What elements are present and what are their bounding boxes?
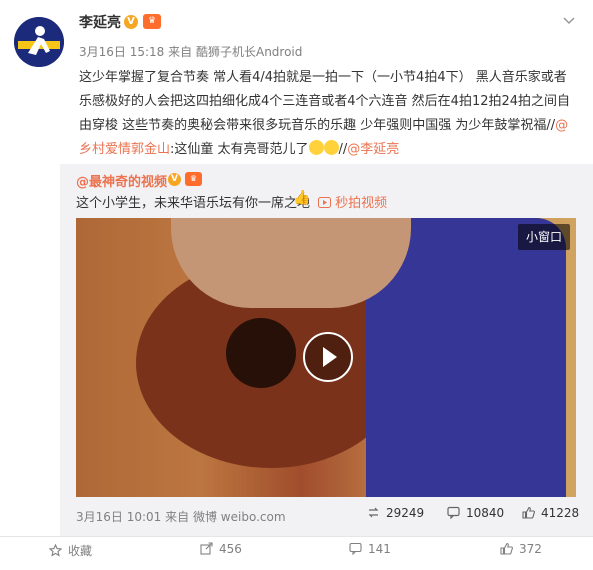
laugh-cry-emoji-icon — [308, 140, 324, 155]
source-prefix: 来自 — [168, 45, 193, 59]
video-icon — [318, 197, 331, 208]
play-icon[interactable] — [303, 332, 353, 382]
like-count: 372 — [519, 542, 542, 556]
divider — [0, 536, 593, 537]
post-meta: 3月16日 15:18 来自 酷狮子机长Android — [79, 43, 302, 60]
video-link[interactable]: 秒拍视频 — [318, 192, 387, 211]
repost-icon — [368, 507, 379, 518]
repost-reposts[interactable]: 29249 — [367, 506, 424, 520]
repost-meta: 3月16日 10:01 来自 微博 weibo.com — [76, 508, 286, 525]
favorite-button[interactable]: 收藏 — [49, 542, 92, 559]
repost-source[interactable]: 微博 weibo.com — [193, 510, 286, 524]
repost-source-prefix: 来自 — [165, 510, 190, 524]
repost-text: 这个小学生，未来华语乐坛有你一席之地 — [76, 196, 311, 211]
comment-count: 141 — [368, 542, 391, 556]
like-button[interactable]: 372 — [500, 542, 542, 556]
repost-date[interactable]: 3月16日 10:01 — [76, 510, 161, 524]
repost-separator: // — [338, 142, 348, 157]
repost-likes[interactable]: 41228 — [522, 506, 579, 520]
comment-button[interactable]: 141 — [349, 542, 391, 556]
like-icon — [522, 506, 535, 519]
vip-badge[interactable]: ♛ — [143, 14, 161, 29]
verified-badge: V — [124, 15, 138, 29]
laugh-cry-emoji-icon — [323, 140, 339, 155]
comment-icon — [349, 542, 362, 555]
repost-likes-count: 41228 — [541, 506, 580, 520]
mini-window-button[interactable]: 小窗口 — [518, 224, 570, 250]
post-text: 这少年掌握了复合节奏 常人看4/4拍就是一拍一下（一小节4拍4下） 黑人音乐家或… — [79, 66, 579, 162]
avatar-image — [14, 17, 64, 67]
mention-link[interactable]: @李延亮 — [347, 142, 399, 157]
post-text-body: 这少年掌握了复合节奏 常人看4/4拍就是一拍一下（一小节4拍4下） 黑人音乐家或… — [79, 70, 571, 133]
video-link-label: 秒拍视频 — [335, 196, 388, 211]
thumbs-up-emoji-icon: 👍 — [293, 190, 311, 206]
repost-verified-badge: V — [168, 173, 181, 186]
like-icon — [500, 542, 513, 555]
comment-icon — [447, 506, 460, 519]
avatar[interactable] — [14, 17, 64, 67]
favorite-label: 收藏 — [68, 544, 93, 558]
repost-username[interactable]: @最神奇的视频 — [76, 171, 167, 190]
repost-vip-badge[interactable]: ♛ — [185, 172, 202, 186]
repost-reposts-count: 29249 — [386, 506, 425, 520]
repost-button[interactable]: 456 — [200, 542, 242, 556]
share-icon — [200, 542, 213, 555]
repost-count: 456 — [219, 542, 242, 556]
username[interactable]: 李延亮 — [79, 12, 121, 32]
star-icon — [49, 544, 62, 557]
post-source[interactable]: 酷狮子机长Android — [196, 45, 302, 59]
post-text-tail: :这仙童 太有亮哥范儿了 — [170, 142, 309, 157]
video-player[interactable]: 小窗口 — [76, 218, 576, 497]
repost-comments[interactable]: 10840 — [447, 506, 504, 520]
repost-comments-count: 10840 — [466, 506, 505, 520]
chevron-down-icon[interactable] — [563, 14, 575, 28]
post-date[interactable]: 3月16日 15:18 — [79, 45, 164, 59]
